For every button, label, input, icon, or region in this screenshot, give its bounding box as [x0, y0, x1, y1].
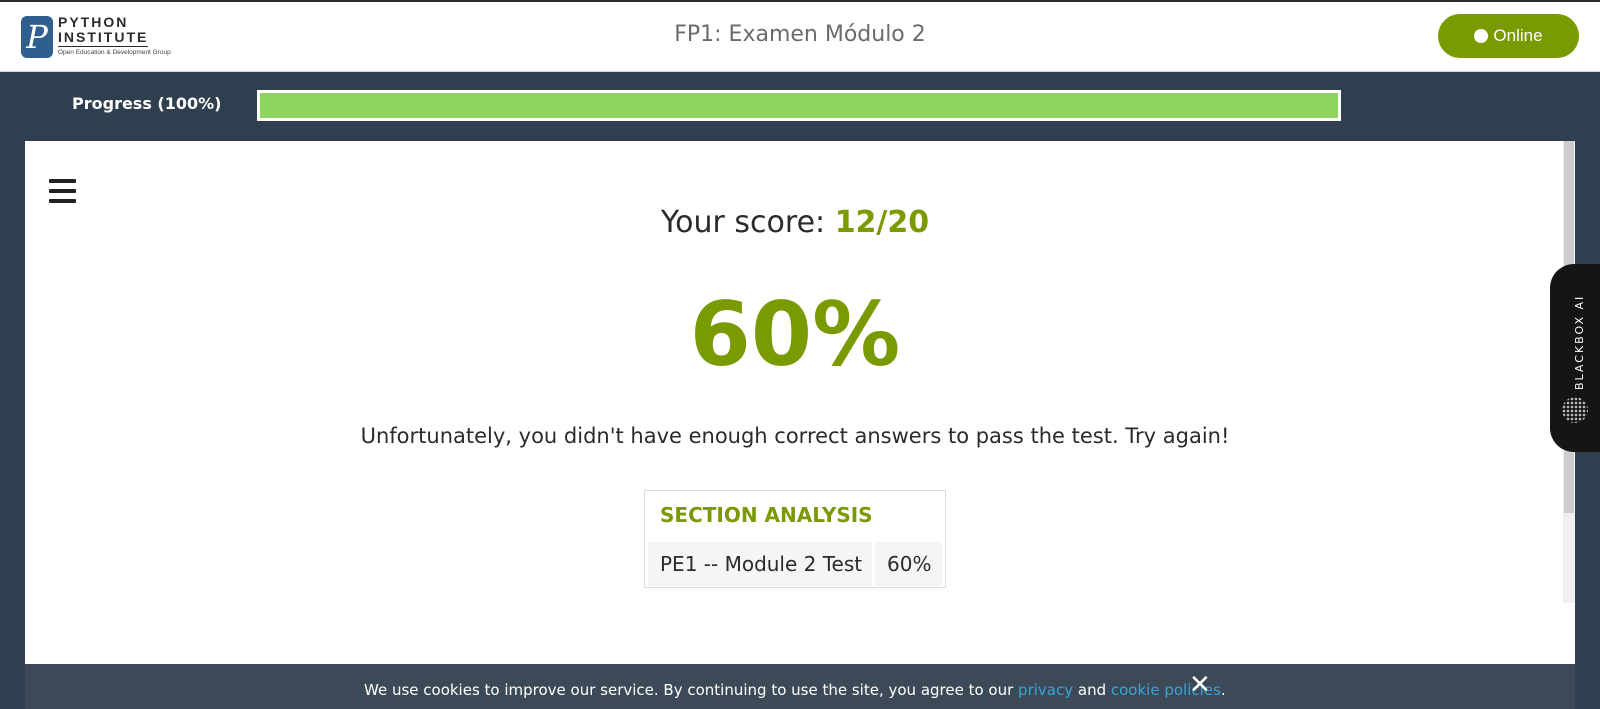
- table-row: PE1 -- Module 2 Test 60%: [648, 542, 942, 586]
- blackbox-ai-label: BLACKBOX AI: [1573, 294, 1586, 390]
- logo-tagline: Open Education & Development Group: [58, 49, 171, 56]
- score-percent: 60%: [689, 283, 901, 386]
- privacy-link[interactable]: privacy: [1018, 681, 1073, 699]
- hamburger-menu-icon[interactable]: [49, 179, 76, 203]
- header: P PYTHON INSTITUTE Open Education & Deve…: [0, 2, 1600, 72]
- progress-bar-fill: [260, 93, 1338, 118]
- cookie-text-after: .: [1220, 681, 1226, 699]
- online-status-button[interactable]: Online: [1438, 14, 1579, 58]
- progress-label: Progress (100%): [72, 94, 222, 113]
- online-dot-icon: [1474, 29, 1489, 43]
- section-analysis-table: SECTION ANALYSIS PE1 -- Module 2 Test 60…: [644, 490, 946, 588]
- section-analysis-title: SECTION ANALYSIS: [660, 503, 873, 527]
- section-percent: 60%: [875, 542, 942, 586]
- cookie-text-middle: and: [1073, 681, 1111, 699]
- cookie-text: We use cookies to improve our service. B…: [364, 681, 1226, 699]
- progress-bar: [257, 90, 1341, 121]
- score-value: 12/20: [834, 205, 930, 240]
- result-message: Unfortunately, you didn't have enough co…: [360, 424, 1230, 448]
- blackbox-logo-icon: [1562, 397, 1588, 423]
- score-label: Your score:: [660, 205, 835, 240]
- cookie-text-before: We use cookies to improve our service. B…: [364, 681, 1019, 699]
- close-icon[interactable]: ✕: [1189, 672, 1211, 698]
- page-title: FP1: Examen Módulo 2: [674, 22, 926, 47]
- section-name: PE1 -- Module 2 Test: [648, 542, 872, 586]
- score-line: Your score: 12/20: [0, 205, 1590, 240]
- online-status-label: Online: [1493, 26, 1543, 45]
